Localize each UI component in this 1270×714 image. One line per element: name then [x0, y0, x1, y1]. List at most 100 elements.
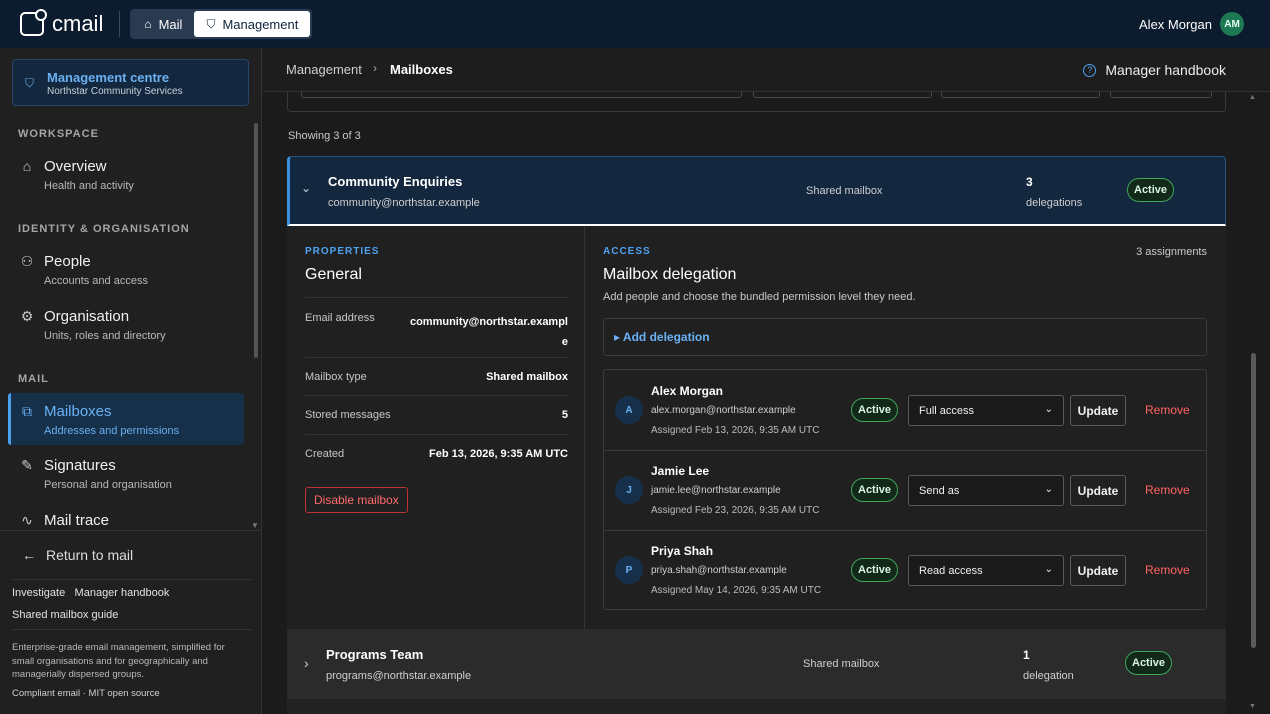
remove-button[interactable]: Remove [1145, 563, 1190, 577]
organisation-name: Northstar Community Services [47, 86, 183, 97]
tab-mail[interactable]: ⌂ Mail [132, 11, 194, 37]
top-bar: cmail ⌂ Mail ⛉ Management Alex Morgan AM [0, 0, 1270, 48]
shield-icon: ⛉ [25, 76, 35, 90]
sidebar-item-organisation[interactable]: ⚙ Organisation Units, roles and directory [18, 308, 166, 342]
mailbox-row-community-enquiries[interactable]: ⌄ Community Enquiries community@northsta… [287, 156, 1226, 226]
update-button[interactable]: Update [1070, 475, 1126, 506]
user-menu[interactable]: Alex Morgan AM [1139, 12, 1244, 36]
permission-select[interactable]: Send as ⌄ [908, 475, 1064, 506]
management-centre-card[interactable]: ⛉ Management centre Northstar Community … [12, 59, 249, 106]
manager-handbook-button[interactable]: ? Manager handbook [1083, 62, 1226, 78]
trace-icon: ∿ [21, 512, 33, 528]
sidebar-footer: ← Return to mail Investigate Manager han… [0, 530, 261, 714]
access-panel: ACCESS 3 assignments Mailbox delegation … [585, 226, 1226, 629]
mailbox-address: programs@northstar.example [326, 670, 472, 682]
sidebar: ⛉ Management centre Northstar Community … [0, 48, 262, 714]
search-input[interactable] [301, 92, 742, 98]
assigned-date: Assigned Feb 23, 2026, 9:35 AM UTC [651, 505, 820, 516]
app-name: cmail [52, 11, 104, 36]
property-mailbox-type: Mailbox type Shared mailbox [305, 357, 568, 395]
app-switcher: ⌂ Mail ⛉ Management [130, 9, 313, 39]
sidebar-scrollbar[interactable] [254, 123, 258, 358]
scroll-down-icon[interactable]: ▼ [1249, 703, 1256, 710]
property-created: Created Feb 13, 2026, 9:35 AM UTC [305, 434, 568, 474]
link-shared-mailbox-guide[interactable]: Shared mailbox guide [12, 609, 118, 621]
add-delegation-toggle[interactable]: ▸ Add delegation [603, 318, 1207, 356]
signature-icon: ✎ [21, 457, 33, 473]
tab-management[interactable]: ⛉ Management [194, 11, 311, 37]
avatar: AM [1220, 12, 1244, 36]
properties-label: PROPERTIES [305, 246, 380, 257]
update-button[interactable]: Update [1070, 395, 1126, 426]
page-title: Mailboxes [390, 62, 453, 77]
delegation-row: A Alex Morgan alex.morgan@northstar.exam… [604, 370, 1206, 450]
mailboxes-icon: ⧉ [22, 403, 32, 419]
assigned-date: Assigned May 14, 2026, 9:35 AM UTC [651, 585, 822, 596]
properties-panel: PROPERTIES General Email address communi… [287, 226, 585, 629]
breadcrumb: Management › Mailboxes ? Manager handboo… [263, 48, 1270, 92]
delegation-count: 1 delegation [1023, 648, 1074, 682]
permission-select[interactable]: Read access ⌄ [908, 555, 1064, 586]
delegate-name: Alex Morgan [651, 384, 724, 398]
shield-icon: ⛉ [206, 16, 216, 31]
permission-select[interactable]: Full access ⌄ [908, 395, 1064, 426]
delegation-list: A Alex Morgan alex.morgan@northstar.exam… [603, 369, 1207, 610]
avatar: A [615, 396, 643, 424]
remove-button[interactable]: Remove [1145, 483, 1190, 497]
avatar: J [615, 476, 643, 504]
management-centre-title: Management centre [47, 70, 170, 85]
org-icon: ⚙ [20, 308, 34, 324]
status-badge: Active [1127, 178, 1175, 202]
update-button[interactable]: Update [1070, 555, 1126, 586]
sidebar-item-overview[interactable]: ⌂ Overview Health and activity [18, 158, 134, 192]
result-count: Showing 3 of 3 [288, 130, 361, 142]
disable-mailbox-button[interactable]: Disable mailbox [305, 487, 408, 513]
scroll-down-icon[interactable]: ▼ [251, 521, 259, 530]
mailbox-type: Shared mailbox [803, 658, 880, 670]
tagline: Enterprise-grade email management, simpl… [12, 642, 225, 680]
main-content: Management › Mailboxes ? Manager handboo… [263, 48, 1270, 714]
mailbox-address: community@northstar.example [328, 197, 480, 209]
app-logo[interactable]: cmail [20, 9, 104, 37]
status-filter[interactable] [941, 92, 1100, 98]
scroll-up-icon[interactable]: ▲ [1249, 94, 1256, 101]
breadcrumb-management[interactable]: Management [286, 62, 362, 77]
status-badge: Active [851, 558, 899, 582]
chevron-down-icon: ⌄ [301, 181, 312, 195]
link-investigate[interactable]: Investigate [12, 587, 65, 599]
properties-title: General [305, 266, 362, 283]
assigned-date: Assigned Feb 13, 2026, 9:35 AM UTC [651, 425, 820, 436]
delegation-row: P Priya Shah priya.shah@northstar.exampl… [604, 530, 1206, 610]
chevron-down-icon: ⌄ [1044, 564, 1053, 575]
user-name: Alex Morgan [1139, 16, 1212, 32]
remove-button[interactable]: Remove [1145, 403, 1190, 417]
sidebar-item-signatures[interactable]: ✎ Signatures Personal and organisation [18, 457, 172, 491]
delegate-email: priya.shah@northstar.example [651, 565, 787, 576]
sidebar-item-people[interactable]: ⚇ People Accounts and access [18, 253, 148, 287]
mailbox-row-programs-team[interactable]: › Programs Team programs@northstar.examp… [287, 629, 1226, 699]
home-icon: ⌂ [22, 158, 32, 174]
type-filter[interactable] [753, 92, 932, 98]
assignment-count: 3 assignments [1136, 246, 1207, 258]
arrow-left-icon: ← [22, 547, 36, 563]
section-workspace: WORKSPACE [18, 128, 99, 140]
delegation-title: Mailbox delegation [603, 266, 737, 283]
mailbox-card: › Programs Team programs@northstar.examp… [287, 629, 1226, 699]
status-badge: Active [851, 398, 899, 422]
link-manager-handbook[interactable]: Manager handbook [75, 587, 170, 599]
chevron-right-icon: › [304, 655, 309, 671]
delegation-row: J Jamie Lee jamie.lee@northstar.example … [604, 450, 1206, 530]
sidebar-item-mail-trace[interactable]: ∿ Mail trace [18, 512, 109, 529]
access-label: ACCESS [603, 246, 651, 257]
delegation-subtitle: Add people and choose the bundled permis… [603, 291, 916, 303]
main-scrollbar[interactable] [1251, 353, 1256, 648]
delegate-email: alex.morgan@northstar.example [651, 405, 796, 416]
return-to-mail-link[interactable]: ← Return to mail [22, 547, 133, 563]
chevron-down-icon: ⌄ [1044, 404, 1053, 415]
sort-filter[interactable] [1110, 92, 1212, 98]
status-badge: Active [1125, 651, 1173, 675]
section-mail: MAIL [18, 373, 49, 385]
sidebar-item-mailboxes[interactable]: ⧉ Mailboxes Addresses and permissions [18, 403, 179, 437]
status-badge: Active [851, 478, 899, 502]
cmail-logo-icon [20, 9, 47, 36]
